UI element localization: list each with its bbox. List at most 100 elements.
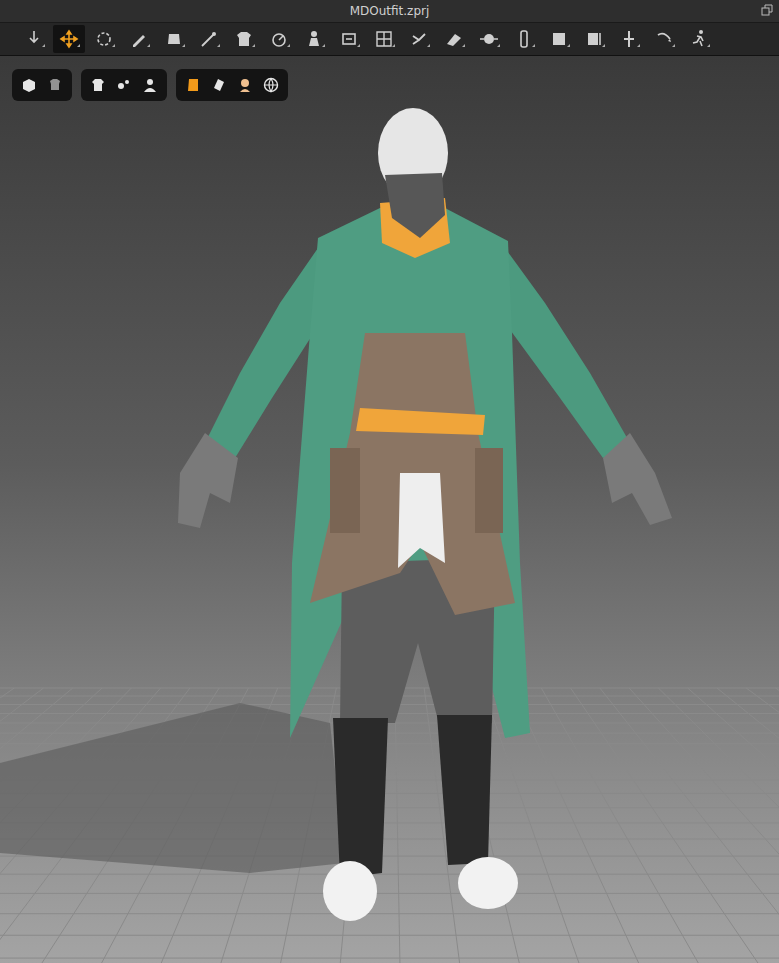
tool-button[interactable] <box>648 25 680 53</box>
tool-icon <box>478 28 500 50</box>
title-bar: MDOutfit.zprj <box>0 0 779 23</box>
view-control-group <box>176 69 288 101</box>
pocket-left <box>330 448 360 533</box>
view-control-group <box>12 69 72 101</box>
view-mode-icon <box>46 76 64 94</box>
floor-grid <box>0 688 779 963</box>
tool-icon <box>268 28 290 50</box>
view-toggle-button[interactable] <box>44 74 66 96</box>
restore-icon[interactable] <box>761 4 773 16</box>
grid-line <box>746 688 779 963</box>
tool-icon <box>688 28 710 50</box>
coat-body <box>290 208 530 738</box>
view-mode-icon <box>141 76 159 94</box>
view-toggle-button[interactable] <box>182 74 204 96</box>
tool-icon <box>23 28 45 50</box>
tool-icon <box>338 28 360 50</box>
pocket-right <box>475 448 503 533</box>
3d-viewport[interactable] <box>0 56 779 963</box>
tool-button[interactable] <box>613 25 645 53</box>
tool-button[interactable] <box>473 25 505 53</box>
shirt-tail <box>398 473 445 568</box>
avatar-scene <box>0 56 779 963</box>
tool-button[interactable] <box>228 25 260 53</box>
view-mode-icon <box>89 76 107 94</box>
grid-line <box>776 688 779 963</box>
app-window: MDOutfit.zprj <box>0 0 779 963</box>
grid-line <box>512 688 640 963</box>
tool-icon <box>163 28 185 50</box>
boot-left <box>333 718 388 878</box>
tool-button[interactable] <box>18 25 50 53</box>
glove-left <box>178 433 238 528</box>
grid-line <box>0 893 779 894</box>
tool-icon <box>233 28 255 50</box>
grid-line <box>0 913 779 914</box>
tool-icon <box>58 28 80 50</box>
shoe-right <box>458 857 518 909</box>
tool-icon <box>373 28 395 50</box>
view-mode-icon <box>236 76 254 94</box>
view-toggle-button[interactable] <box>234 74 256 96</box>
grid-line <box>0 733 779 734</box>
view-mode-icon <box>115 76 133 94</box>
tool-icon <box>653 28 675 50</box>
view-toggle-button[interactable] <box>113 74 135 96</box>
tool-button[interactable] <box>333 25 365 53</box>
tool-icon <box>93 28 115 50</box>
tool-icon <box>303 28 325 50</box>
grid-line <box>688 688 779 963</box>
view-control-group <box>81 69 167 101</box>
grid-line <box>717 688 779 963</box>
grid-line <box>629 688 779 963</box>
view-mode-icon <box>20 76 38 94</box>
boot-right <box>437 715 492 865</box>
tool-button[interactable] <box>578 25 610 53</box>
grid-line <box>0 874 779 875</box>
belt <box>356 408 485 435</box>
tool-button[interactable] <box>438 25 470 53</box>
tool-button[interactable] <box>543 25 575 53</box>
tool-button[interactable] <box>263 25 295 53</box>
viewport-controls <box>12 69 288 101</box>
tool-button[interactable] <box>88 25 120 53</box>
tool-icon <box>443 28 465 50</box>
tool-button[interactable] <box>123 25 155 53</box>
view-mode-icon <box>184 76 202 94</box>
coat-sleeve-right <box>505 248 630 458</box>
tool-button[interactable] <box>508 25 540 53</box>
grid-line <box>658 688 779 963</box>
tool-button[interactable] <box>298 25 330 53</box>
view-mode-icon <box>262 76 280 94</box>
vest <box>310 333 515 615</box>
tool-icon <box>513 28 535 50</box>
view-toggle-button[interactable] <box>87 74 109 96</box>
view-toggle-button[interactable] <box>139 74 161 96</box>
face-mask <box>385 173 445 238</box>
grid-line <box>600 688 779 963</box>
tool-button[interactable] <box>683 25 715 53</box>
tool-button[interactable] <box>158 25 190 53</box>
view-mode-icon <box>210 76 228 94</box>
tool-icon <box>618 28 640 50</box>
tool-button[interactable] <box>193 25 225 53</box>
view-toggle-button[interactable] <box>208 74 230 96</box>
tool-icon <box>548 28 570 50</box>
shoe-left <box>323 861 377 921</box>
grid-line <box>0 958 779 959</box>
tool-button[interactable] <box>368 25 400 53</box>
tool-button[interactable] <box>403 25 435 53</box>
window-title: MDOutfit.zprj <box>350 4 430 18</box>
grid-line <box>571 688 760 963</box>
grid-line <box>541 688 700 963</box>
tool-icon <box>128 28 150 50</box>
view-toggle-button[interactable] <box>260 74 282 96</box>
grid-line <box>395 688 400 963</box>
glove-right <box>603 433 672 525</box>
tool-button[interactable] <box>53 25 85 53</box>
tool-icon <box>583 28 605 50</box>
tool-icon <box>408 28 430 50</box>
view-toggle-button[interactable] <box>18 74 40 96</box>
tool-icon <box>198 28 220 50</box>
toolbar <box>0 23 779 56</box>
